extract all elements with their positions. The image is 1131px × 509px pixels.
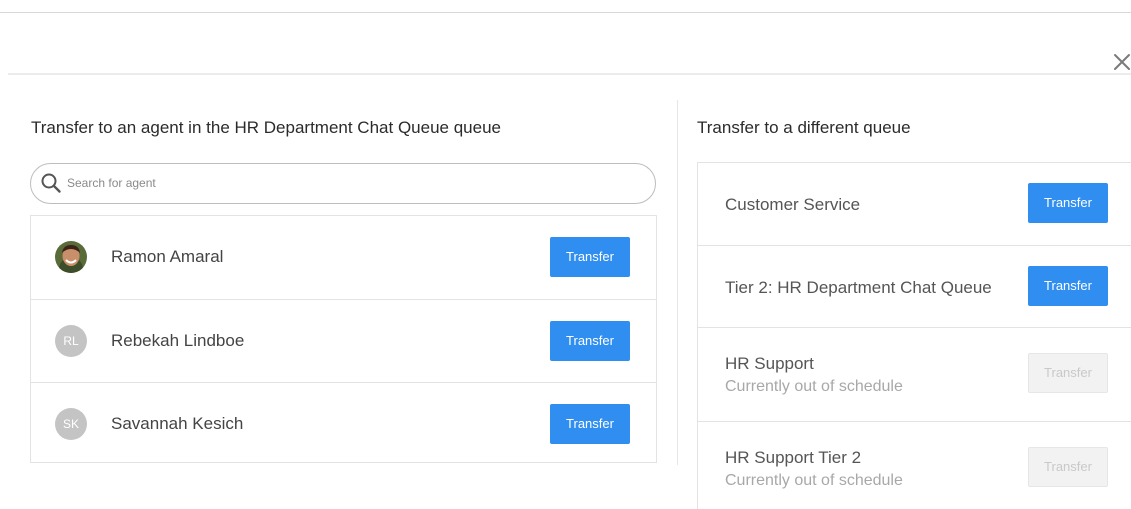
agent-search-box[interactable] [30, 163, 656, 204]
transfer-agent-button[interactable]: Transfer [550, 321, 630, 361]
transfer-queue-button-disabled: Transfer [1028, 447, 1108, 487]
queue-name: Tier 2: HR Department Chat Queue [725, 278, 992, 297]
queue-row-hr-support-tier-2: HR Support Tier 2 Currently out of sched… [698, 421, 1131, 504]
queue-row-hr-support: HR Support Currently out of schedule Tra… [698, 327, 1131, 410]
queue-row-customer-service: Customer Service Transfer [698, 163, 1131, 246]
queue-name: HR Support Tier 2 [725, 448, 862, 467]
agent-row-rebekah-lindboe: RL Rebekah Lindboe Transfer [31, 299, 656, 381]
search-icon [41, 173, 61, 193]
agent-row-savannah-kesich: SK Savannah Kesich Transfer [31, 382, 656, 464]
top-border [0, 12, 1131, 13]
queue-list: Customer Service Transfer Tier 2: HR Dep… [697, 162, 1131, 509]
queue-name: HR Support [725, 354, 814, 373]
search-input[interactable] [67, 170, 637, 196]
header-divider [8, 73, 1131, 75]
column-divider [677, 100, 678, 465]
close-button[interactable] [1112, 52, 1131, 72]
queues-section-title: Transfer to a different queue [697, 118, 911, 137]
avatar [55, 241, 87, 273]
queue-status: Currently out of schedule [725, 472, 903, 489]
transfer-agent-button[interactable]: Transfer [550, 237, 630, 277]
close-icon [1114, 54, 1130, 70]
queue-row-tier-2-hr: Tier 2: HR Department Chat Queue Transfe… [698, 245, 1131, 328]
agent-name: Savannah Kesich [111, 414, 244, 433]
transfer-queue-button[interactable]: Transfer [1028, 266, 1108, 306]
transfer-agent-button[interactable]: Transfer [550, 404, 630, 444]
agent-name: Rebekah Lindboe [111, 331, 245, 350]
avatar: RL [55, 325, 87, 357]
transfer-queue-button[interactable]: Transfer [1028, 183, 1108, 223]
transfer-queue-button-disabled: Transfer [1028, 353, 1108, 393]
agent-name: Ramon Amaral [111, 247, 224, 266]
agent-row-ramon-amaral: Ramon Amaral Transfer [31, 216, 656, 298]
avatar-photo [55, 241, 87, 273]
queue-name: Customer Service [725, 195, 861, 214]
agents-section-title: Transfer to an agent in the HR Departmen… [31, 118, 501, 137]
agent-list: Ramon Amaral Transfer RL Rebekah Lindboe… [30, 215, 657, 463]
queue-status: Currently out of schedule [725, 378, 903, 395]
avatar: SK [55, 408, 87, 440]
